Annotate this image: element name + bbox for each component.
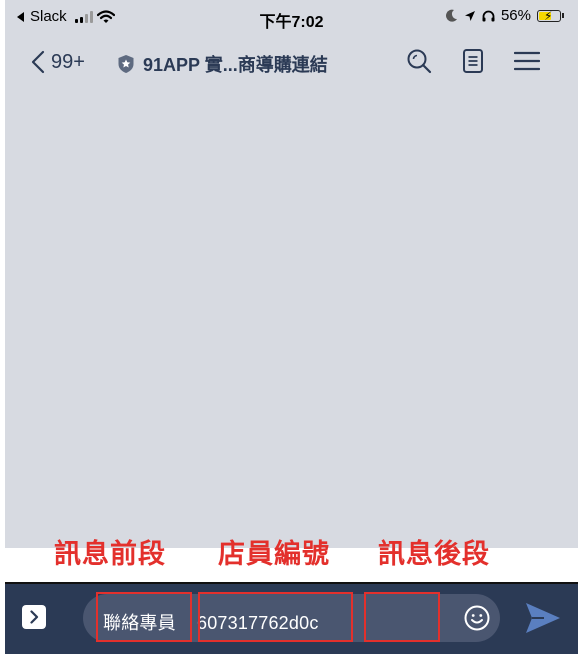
battery-tip [562,13,564,18]
moon-icon [445,9,457,22]
annotation-prefix: 訊息前段 [54,539,166,569]
chat-header: 99+ 91APP 實...商導購連結 [5,36,578,90]
battery-icon: ⚡ [537,9,561,23]
search-icon[interactable] [406,48,432,74]
back-button[interactable]: 99+ [31,50,85,74]
chat-title-text: 91APP 實...商導購連結 [143,55,328,75]
status-right: 56% ⚡ [445,7,564,24]
chat-title[interactable]: 91APP 實...商導購連結 [117,51,328,77]
chevron-left-icon [31,50,45,74]
header-actions [406,48,540,74]
highlight-suffix-box [364,592,440,642]
highlight-staff-id-box [198,592,353,642]
menu-icon[interactable] [514,50,540,72]
headphones-icon [482,10,495,21]
highlight-prefix-box [96,592,192,642]
expand-button[interactable] [22,605,46,629]
emoji-icon[interactable] [464,605,490,631]
annotation-staff-id: 店員編號 [218,539,330,569]
annotations: 訊息前段 店員編號 訊息後段 [0,532,584,576]
message-input-bar: 聯絡專員 607317762d0c [5,582,578,654]
annotation-suffix: 訊息後段 [378,539,490,569]
shield-icon [118,55,134,73]
chevron-right-icon [30,610,39,624]
divider [5,582,578,584]
send-icon[interactable] [524,601,562,635]
location-icon [464,10,475,21]
screen: Slack 下午7:02 56% ⚡ 99+ 91APP 實...商導購連結 訊… [0,0,584,654]
back-count: 99+ [51,50,85,73]
notes-icon[interactable] [462,48,484,74]
battery-percent: 56% [500,7,531,24]
status-bar: Slack 下午7:02 56% ⚡ [5,0,578,36]
